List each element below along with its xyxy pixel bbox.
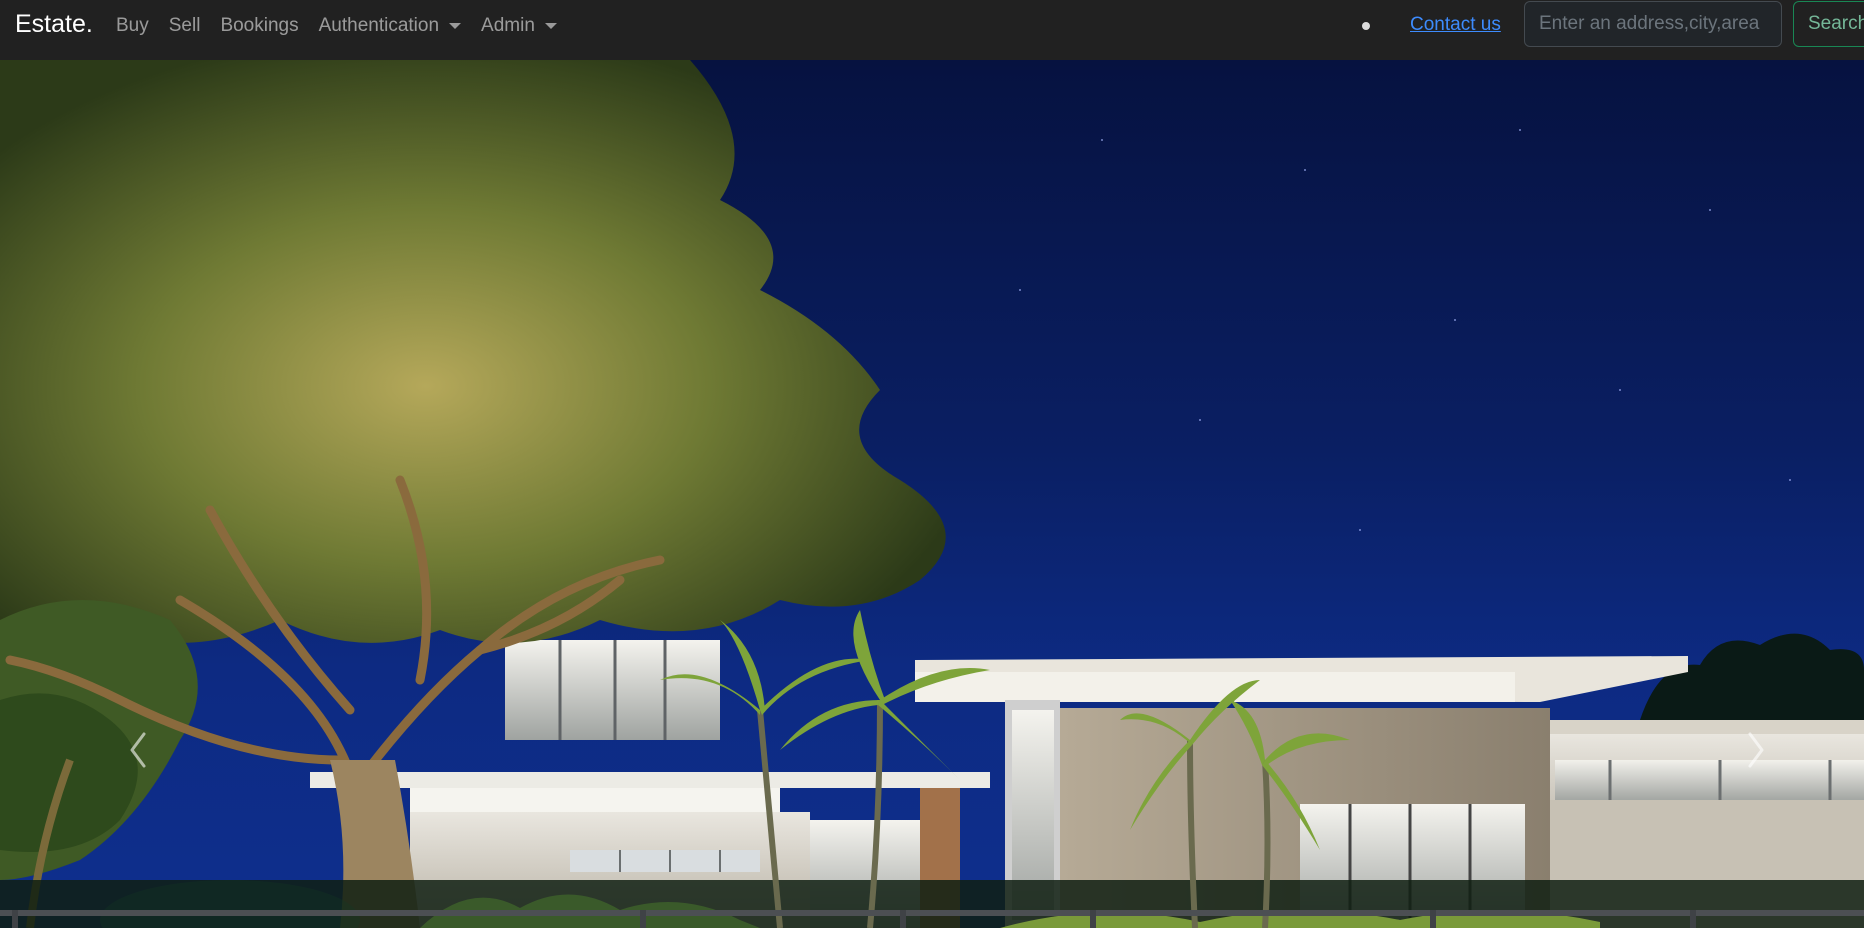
hero-carousel [0, 60, 1864, 928]
bullet-dot [1362, 22, 1370, 30]
carousel-prev-button[interactable] [118, 720, 158, 780]
nav-link-bookings[interactable]: Bookings [220, 15, 298, 37]
carousel-next-button[interactable] [1736, 720, 1776, 780]
contact-us-link[interactable]: Contact us [1410, 14, 1501, 36]
caret-down-icon [544, 23, 557, 29]
search-button[interactable]: Search [1793, 1, 1864, 47]
nav-link-sell[interactable]: Sell [169, 15, 201, 37]
search-input[interactable] [1524, 1, 1782, 47]
chevron-left-icon [130, 732, 146, 768]
nav-dropdown-authentication[interactable]: Authentication [318, 15, 462, 37]
nav-links: Buy Sell Bookings Authentication Admin [116, 0, 577, 52]
navbar: Estate. Buy Sell Bookings Authentication… [0, 0, 1864, 60]
chevron-right-icon [1748, 732, 1764, 768]
hero-image [0, 60, 1864, 928]
nav-dropdown-admin-label: Admin [481, 15, 535, 36]
brand-logo[interactable]: Estate. [15, 10, 93, 39]
nav-dropdown-admin[interactable]: Admin [481, 15, 557, 37]
nav-dropdown-authentication-label: Authentication [318, 15, 440, 36]
caret-down-icon [449, 23, 462, 29]
nav-link-buy[interactable]: Buy [116, 15, 149, 37]
